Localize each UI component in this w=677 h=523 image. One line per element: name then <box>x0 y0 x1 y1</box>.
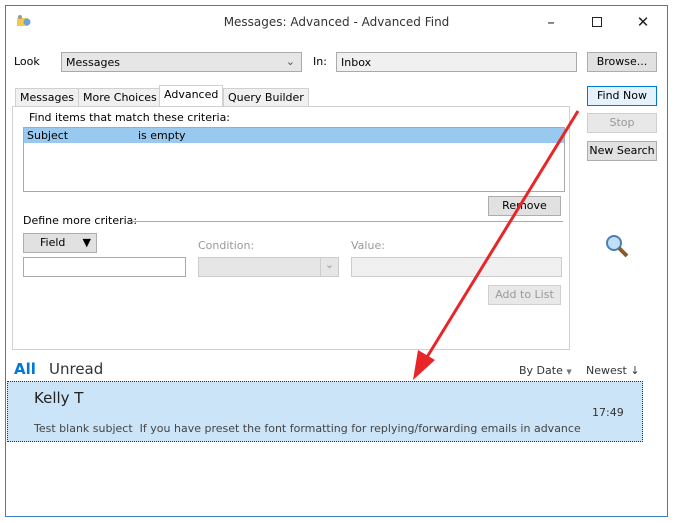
arrow-shaft <box>422 110 580 363</box>
arrow-head <box>413 350 435 380</box>
annotation-arrow <box>413 110 580 380</box>
